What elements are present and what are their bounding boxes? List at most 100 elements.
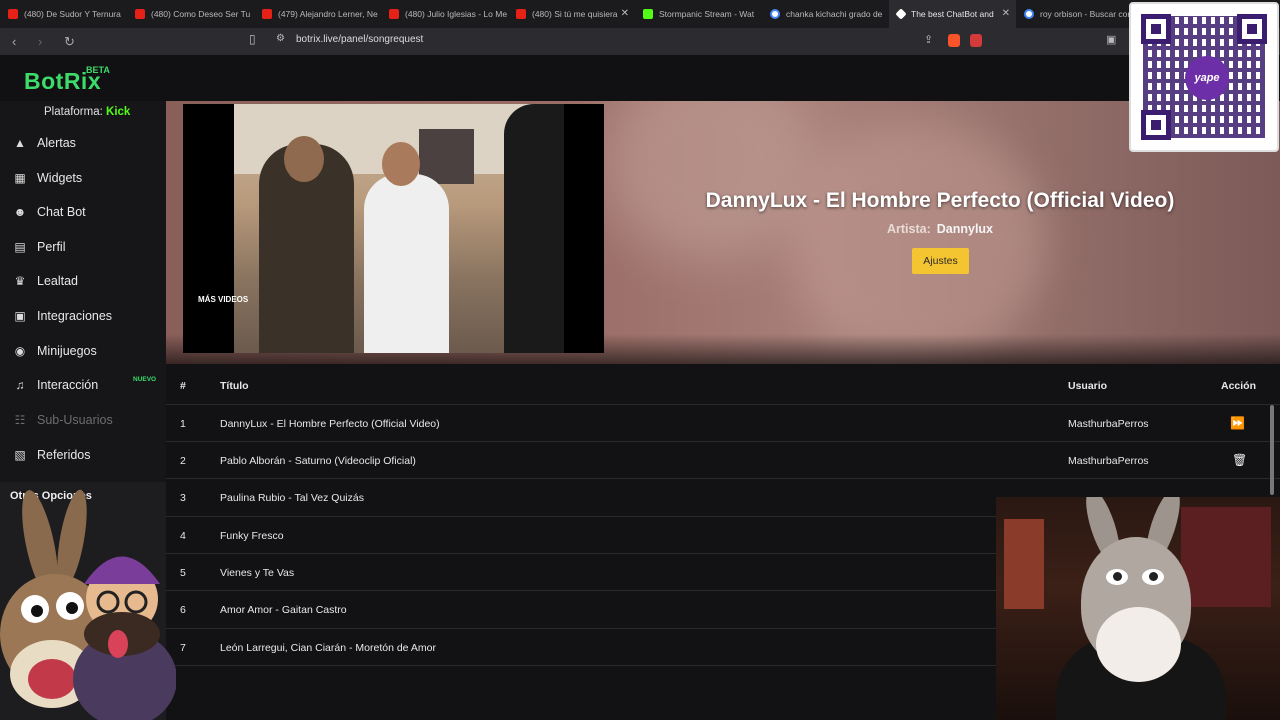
sidebar-item-label: Widgets xyxy=(37,171,83,185)
row-number: 3 xyxy=(180,492,186,504)
sidebar-item-label: Lealtad xyxy=(37,274,79,288)
widgets-grid-icon: ▦ xyxy=(14,171,26,185)
row-number: 1 xyxy=(180,418,186,430)
row-title: Paulina Rubio - Tal Vez Quizás xyxy=(220,492,364,504)
yape-logo: yape xyxy=(1185,56,1229,100)
row-title: Vienes y Te Vas xyxy=(220,567,295,579)
brave-rewards-icon[interactable] xyxy=(970,34,982,47)
botrix-icon xyxy=(895,8,907,20)
artist-name: Dannylux xyxy=(936,222,994,236)
address-bar: ‹ › ↻ ▯ ⚙ botrix.live/panel/songrequest … xyxy=(0,28,1280,55)
browser-tab[interactable]: Stormpanic Stream - Wat xyxy=(635,0,762,28)
sidebar-item-label: Sub-Usuarios xyxy=(37,413,113,427)
close-tab-icon[interactable]: ✕ xyxy=(621,8,629,19)
tab-label: chanka kichachi grado de xyxy=(786,9,883,19)
trophy-icon: ♛ xyxy=(14,274,26,288)
beta-badge: BETA xyxy=(86,65,110,75)
trash-icon[interactable]: 🗑 xyxy=(1232,453,1247,467)
row-title: Pablo Alborán - Saturno (Videoclip Ofici… xyxy=(220,455,416,467)
reload-icon[interactable]: ↻ xyxy=(64,34,78,50)
sidebar-item-integraciones[interactable]: ▣ Integraciones xyxy=(0,301,166,331)
integrations-icon: ▣ xyxy=(14,309,26,323)
row-number: 4 xyxy=(180,530,186,542)
share-icon[interactable]: ⇪ xyxy=(924,33,933,46)
google-icon xyxy=(770,9,780,19)
donkey-mascot-sticker xyxy=(0,489,176,720)
video-player[interactable] xyxy=(183,104,604,353)
sidebar-item-referidos[interactable]: ▧ Referidos xyxy=(0,440,166,470)
browser-tab[interactable]: (479) Alejandro Lerner, Ne xyxy=(254,0,381,28)
platform-value: Kick xyxy=(106,106,131,118)
sidebar-item-chat-bot[interactable]: ☻ Chat Bot xyxy=(0,197,166,227)
row-title: Funky Fresco xyxy=(220,530,284,542)
artist-label: Artista: xyxy=(886,222,931,236)
row-title: Amor Amor - Gaitan Castro xyxy=(220,604,347,616)
webcam-overlay xyxy=(996,497,1280,720)
column-header-number: # xyxy=(180,380,186,392)
platform-label: Plataforma: xyxy=(44,106,103,118)
sidebar-item-interaccion[interactable]: ♫ Interacción xyxy=(0,370,166,400)
row-title: DannyLux - El Hombre Perfecto (Official … xyxy=(220,418,440,430)
youtube-icon xyxy=(135,9,145,19)
music-note-icon: ♫ xyxy=(15,378,25,392)
bookmark-icon[interactable]: ▯ xyxy=(249,32,256,46)
yape-qr-code: yape xyxy=(1129,2,1279,152)
sidebar-item-label: Integraciones xyxy=(37,309,113,323)
sidebar-item-widgets[interactable]: ▦ Widgets xyxy=(0,163,166,193)
brave-shields-icon[interactable] xyxy=(948,34,960,47)
tab-label: (479) Alejandro Lerner, Ne xyxy=(278,9,378,19)
youtube-icon xyxy=(516,9,526,19)
sidebar-toggle-icon[interactable]: ▣ xyxy=(1106,33,1116,46)
now-playing-title: DannyLux - El Hombre Perfecto (Official … xyxy=(705,189,1175,212)
tab-label: The best ChatBot and xyxy=(911,9,994,19)
column-header-user: Usuario xyxy=(1068,380,1108,392)
table-row: 1 DannyLux - El Hombre Perfecto (Officia… xyxy=(166,404,1280,441)
settings-button[interactable]: Ajustes xyxy=(912,248,969,274)
row-number: 7 xyxy=(180,642,186,654)
browser-tab-active[interactable]: The best ChatBot and ✕ xyxy=(889,0,1016,28)
browser-tab[interactable]: chanka kichachi grado de xyxy=(762,0,889,28)
sidebar-item-label: Referidos xyxy=(37,448,91,462)
now-playing-artist: Artista: Dannylux xyxy=(620,222,1260,236)
row-number: 2 xyxy=(180,455,186,467)
url-field[interactable]: botrix.live/panel/songrequest xyxy=(296,34,423,45)
mas-videos-label[interactable]: MÁS VIDEOS xyxy=(198,295,248,304)
browser-tab[interactable]: (480) Como Deseo Ser Tu xyxy=(127,0,254,28)
row-number: 6 xyxy=(180,604,186,616)
sidebar-item-minijuegos[interactable]: ◉ Minijuegos xyxy=(0,336,166,366)
browser-tab[interactable]: (480) Si tú me quisiera ✕ xyxy=(508,0,635,28)
column-header-action: Acción xyxy=(1221,380,1257,392)
table-row: 2 Pablo Alborán - Saturno (Videoclip Ofi… xyxy=(166,441,1280,478)
nuevo-badge: NUEVO xyxy=(133,376,157,383)
browser-tab[interactable]: (480) De Sudor Y Ternura xyxy=(0,0,127,28)
skip-icon[interactable]: ⏩ xyxy=(1230,416,1245,430)
sidebar-item-label: Chat Bot xyxy=(37,205,86,219)
table-scrollbar[interactable] xyxy=(1270,405,1274,495)
sidebar-item-alertas[interactable]: ▲ Alertas xyxy=(0,128,166,158)
forward-icon[interactable]: › xyxy=(38,34,52,49)
site-settings-icon[interactable]: ⚙ xyxy=(276,33,285,44)
close-tab-icon[interactable]: ✕ xyxy=(1002,8,1010,19)
sidebar-item-lealtad[interactable]: ♛ Lealtad xyxy=(0,266,166,296)
platform-indicator: Plataforma: Kick xyxy=(44,106,130,118)
row-user: MasthurbaPerros xyxy=(1068,418,1149,430)
row-user: MasthurbaPerros xyxy=(1068,455,1149,467)
column-header-title: Título xyxy=(220,380,249,392)
sidebar-item-label: Perfil xyxy=(37,240,66,254)
id-card-icon: ▤ xyxy=(14,240,26,254)
browser-tab[interactable]: roy orbison - Buscar con xyxy=(1016,0,1143,28)
sidebar-item-label: Alertas xyxy=(37,136,76,150)
sidebar-item-perfil[interactable]: ▤ Perfil xyxy=(0,232,166,262)
app-header xyxy=(0,55,1280,101)
browser-tab[interactable]: (480) Julio Iglesias - Lo Me xyxy=(381,0,508,28)
back-icon[interactable]: ‹ xyxy=(12,34,26,49)
sidebar-item-sub-usuarios[interactable]: ☷ Sub-Usuarios xyxy=(0,405,166,435)
google-icon xyxy=(1024,9,1034,19)
row-title: León Larregui, Cian Ciarán - Moretón de … xyxy=(220,642,436,654)
tab-label: (480) De Sudor Y Ternura xyxy=(24,9,121,19)
gamepad-icon: ◉ xyxy=(14,344,26,358)
tab-label: (480) Julio Iglesias - Lo Me xyxy=(405,9,508,19)
browser-tab-bar: (480) De Sudor Y Ternura (480) Como Dese… xyxy=(0,0,1280,28)
tab-label: roy orbison - Buscar con xyxy=(1040,9,1133,19)
robot-icon: ☻ xyxy=(13,205,27,219)
